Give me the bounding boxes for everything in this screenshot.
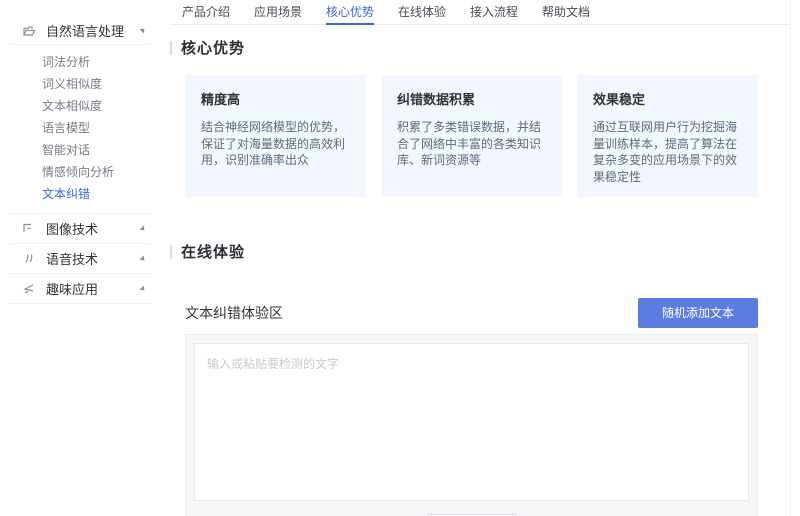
random-text-button[interactable]: 随机添加文本: [637, 298, 758, 328]
demo-panel: 开始检测: [185, 334, 758, 516]
sidebar: 自然语言处理 词法分析 词义相似度 文本相似度 语言模型 智能对话 情感倾向分析…: [0, 0, 160, 304]
tab-online-demo[interactable]: 在线体验: [386, 0, 458, 24]
chevron-down-icon: [139, 254, 147, 263]
text-input-area[interactable]: [194, 343, 749, 501]
sidebar-group-label: 自然语言处理: [46, 23, 125, 39]
title-accent-bar: [170, 244, 172, 259]
card-title: 效果稳定: [593, 92, 646, 107]
tab-core-advantages[interactable]: 核心优势: [314, 0, 386, 25]
tab-label: 在线体验: [397, 5, 446, 19]
fun-apps-icon: [22, 281, 37, 296]
sidebar-group-image-row: 图像技术: [0, 214, 160, 244]
sidebar-group-speech-row: 语音技术: [0, 244, 160, 274]
advantages-section: 精度高 结合神经网络模型的优势，保证了对海量数据的高效利用，识别准确率出众 纠错…: [170, 75, 758, 197]
chevron-down-icon: [139, 284, 147, 293]
active-tab-underline: [326, 23, 374, 25]
tab-bar: 产品介绍 应用场景 核心优势 在线体验 接入流程 帮助文档: [170, 0, 790, 25]
scrollbar-track[interactable]: [790, 0, 791, 516]
sidebar-item-dialogue[interactable]: 智能对话: [0, 139, 160, 161]
tab-use-cases[interactable]: 应用场景: [242, 0, 314, 24]
card-body: 积累了多类错误数据，并结合了网络中丰富的各类知识库、新词资源等: [397, 120, 542, 167]
sidebar-group-label: 语音技术: [46, 252, 99, 267]
sidebar-group-speech[interactable]: 语音技术: [0, 244, 160, 273]
tab-label: 产品介绍: [181, 5, 230, 19]
sidebar-group-image[interactable]: 图像技术: [0, 214, 160, 243]
sidebar-item-text-similarity[interactable]: 文本相似度: [0, 95, 160, 117]
sidebar-item-word-similarity[interactable]: 词义相似度: [0, 73, 160, 95]
sidebar-divider: [10, 303, 150, 304]
sidebar-group-fun[interactable]: 趣味应用: [0, 274, 160, 303]
tab-label: 应用场景: [253, 5, 302, 19]
tab-help-docs[interactable]: 帮助文档: [530, 0, 602, 24]
section-title-text: 在线体验: [181, 244, 246, 261]
sidebar-group-label: 图像技术: [46, 222, 99, 237]
card-body: 通过互联网用户行为挖掘海量训练样本，提高了算法在复杂多变的应用场景下的效果稳定性: [593, 120, 738, 184]
tab-label: 接入流程: [469, 5, 518, 19]
advantage-card-stability: 效果稳定 通过互联网用户行为挖掘海量训练样本，提高了算法在复杂多变的应用场景下的…: [577, 75, 758, 197]
sidebar-item-text-correction[interactable]: 文本纠错: [0, 183, 160, 205]
tab-product-intro[interactable]: 产品介绍: [170, 0, 242, 24]
advantage-card-data: 纠错数据积累 积累了多类错误数据，并结合了网络中丰富的各类知识库、新词资源等: [381, 75, 562, 197]
card-title: 精度高: [201, 92, 241, 107]
image-tech-icon: [22, 221, 37, 236]
title-accent-bar: [170, 40, 172, 55]
sidebar-item-language-model[interactable]: 语言模型: [0, 117, 160, 139]
page: 自然语言处理 词法分析 词义相似度 文本相似度 语言模型 智能对话 情感倾向分析…: [0, 0, 800, 516]
section-title-online: 在线体验: [170, 241, 790, 262]
demo-panel-title: 文本纠错体验区: [185, 305, 283, 321]
sidebar-group-label: 趣味应用: [46, 282, 99, 297]
speech-tech-icon: [22, 251, 37, 266]
tab-label: 核心优势: [325, 5, 374, 19]
chevron-down-icon: [139, 224, 147, 233]
sidebar-group-nlp[interactable]: 自然语言处理: [0, 16, 160, 44]
chevron-up-icon: [139, 26, 147, 34]
page-title: 核心优势: [181, 40, 246, 57]
card-title: 纠错数据积累: [397, 92, 476, 107]
main-content: 产品介绍 应用场景 核心优势 在线体验 接入流程 帮助文档 核心优势 精度高 结…: [170, 0, 790, 516]
advantage-cards: 精度高 结合神经网络模型的优势，保证了对海量数据的高效利用，识别准确率出众 纠错…: [185, 75, 758, 197]
card-body: 结合神经网络模型的优势，保证了对海量数据的高效利用，识别准确率出众: [201, 120, 346, 167]
online-demo-section: 文本纠错体验区 随机添加文本 开始检测: [170, 298, 758, 516]
tab-integration[interactable]: 接入流程: [458, 0, 530, 24]
advantage-card-accuracy: 精度高 结合神经网络模型的优势，保证了对海量数据的高效利用，识别准确率出众: [185, 75, 366, 197]
sidebar-group-fun-row: 趣味应用: [0, 274, 160, 304]
sidebar-item-lexical[interactable]: 词法分析: [0, 51, 160, 73]
sidebar-subnav-nlp: 词法分析 词义相似度 文本相似度 语言模型 智能对话 情感倾向分析 文本纠错: [0, 45, 160, 213]
demo-panel-header: 文本纠错体验区 随机添加文本: [185, 298, 758, 328]
sidebar-item-sentiment[interactable]: 情感倾向分析: [0, 161, 160, 183]
nlp-icon: [22, 23, 37, 38]
section-title-advantages: 核心优势: [170, 37, 790, 58]
tab-label: 帮助文档: [541, 5, 590, 19]
